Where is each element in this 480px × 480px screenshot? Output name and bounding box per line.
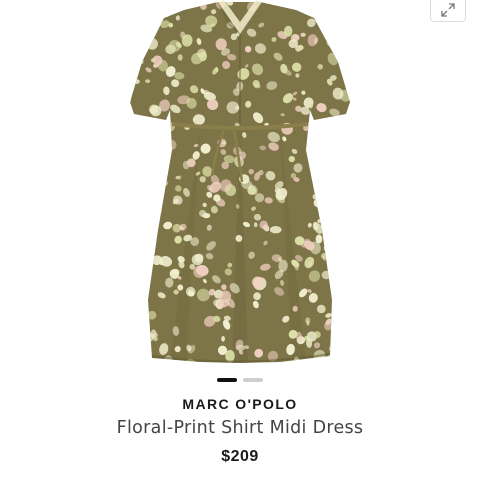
image-carousel-indicator bbox=[0, 378, 480, 382]
product-image[interactable] bbox=[100, 0, 380, 368]
product-name[interactable]: Floral-Print Shirt Midi Dress bbox=[0, 418, 480, 438]
brand-name[interactable]: MARC O'POLO bbox=[0, 396, 480, 412]
product-info: MARC O'POLO Floral-Print Shirt Midi Dres… bbox=[0, 396, 480, 466]
product-card: MARC O'POLO Floral-Print Shirt Midi Dres… bbox=[0, 0, 480, 480]
carousel-dot-2[interactable] bbox=[243, 378, 263, 382]
expand-image-button[interactable] bbox=[430, 0, 466, 22]
carousel-dot-1[interactable] bbox=[217, 378, 237, 382]
expand-arrows-icon bbox=[441, 3, 455, 17]
product-price: $209 bbox=[221, 448, 259, 465]
